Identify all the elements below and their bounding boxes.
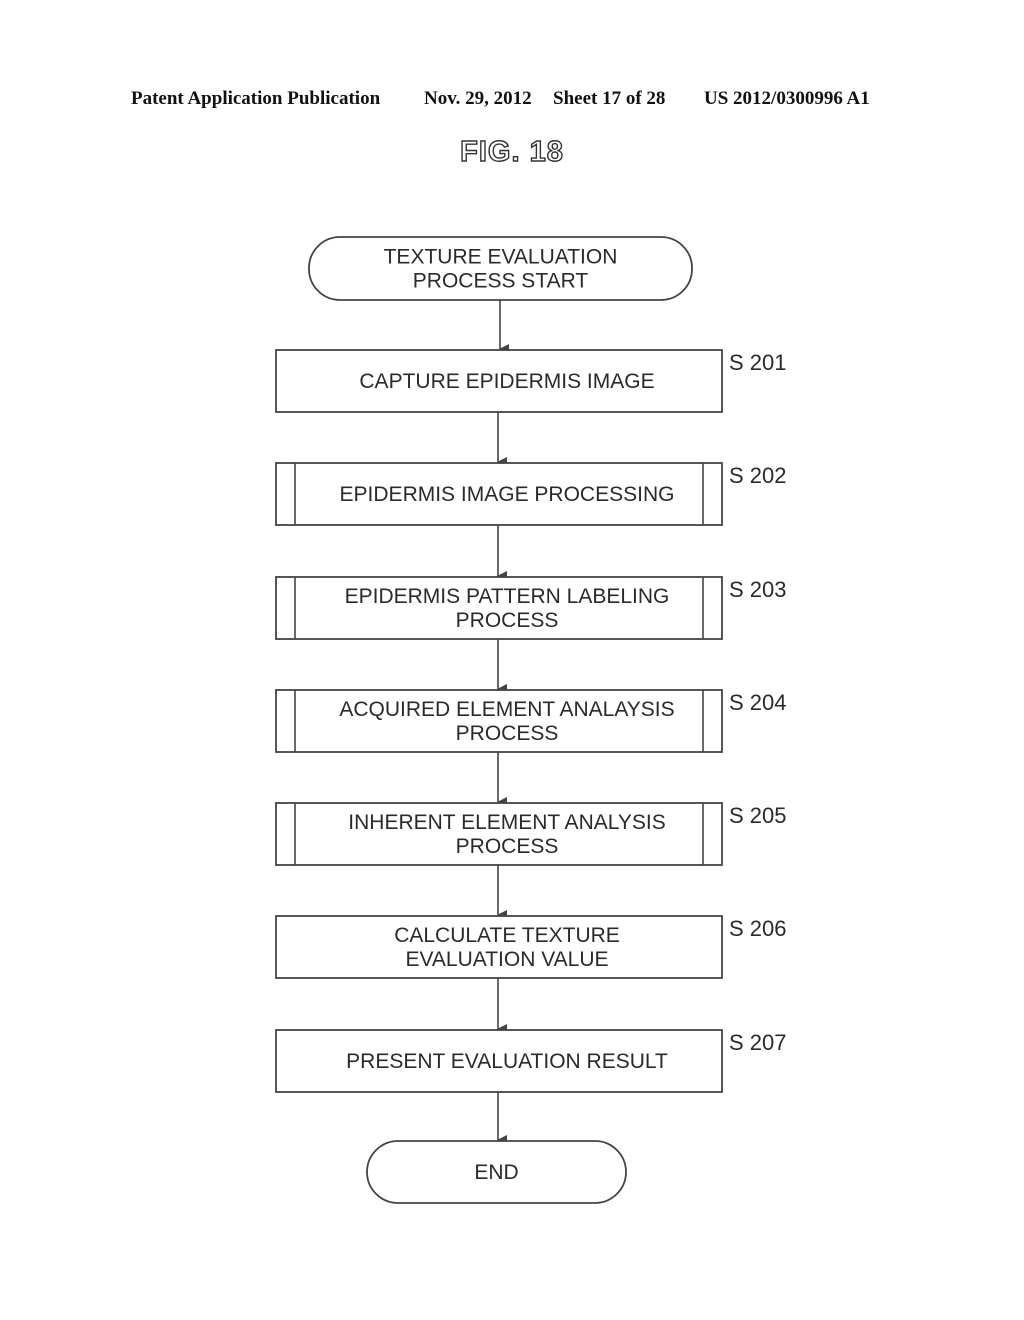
step-text: PRESENT EVALUATION RESULT bbox=[346, 1050, 668, 1073]
step-label: S 201 bbox=[729, 350, 787, 375]
step-label: S 206 bbox=[729, 916, 787, 941]
step-text: PROCESS bbox=[456, 609, 559, 632]
step-text: CALCULATE TEXTURE bbox=[394, 924, 620, 947]
step-text: EPIDERMIS PATTERN LABELING bbox=[345, 585, 670, 608]
step-label: S 202 bbox=[729, 463, 787, 488]
step-text: PROCESS bbox=[456, 835, 559, 858]
step-label: S 205 bbox=[729, 803, 787, 828]
step-text: PROCESS bbox=[456, 722, 559, 745]
step-label: S 204 bbox=[729, 690, 787, 715]
step-text: EVALUATION VALUE bbox=[405, 948, 608, 971]
step-label: S 203 bbox=[729, 577, 787, 602]
step-text: CAPTURE EPIDERMIS IMAGE bbox=[359, 370, 654, 393]
step-text: INHERENT ELEMENT ANALYSIS bbox=[348, 811, 665, 834]
flowchart: TEXTURE EVALUATIONPROCESS START CAPTURE E… bbox=[275, 236, 787, 1204]
end-terminal-text: END bbox=[474, 1161, 518, 1184]
start-terminal-text: PROCESS START bbox=[413, 270, 589, 293]
step-text: ACQUIRED ELEMENT ANALAYSIS bbox=[339, 698, 674, 721]
step-label: S 207 bbox=[729, 1030, 787, 1055]
start-terminal-text: TEXTURE EVALUATION bbox=[384, 246, 618, 269]
step-text: EPIDERMIS IMAGE PROCESSING bbox=[340, 483, 675, 506]
